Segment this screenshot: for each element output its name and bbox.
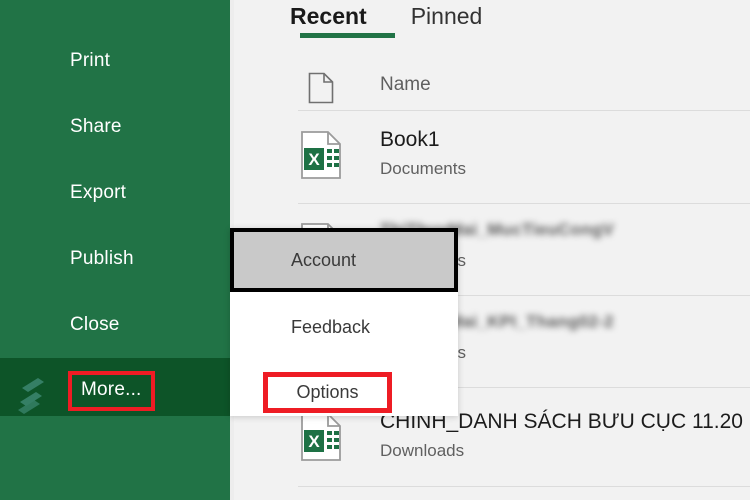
list-divider [298,203,750,204]
document-icon [308,72,334,104]
menu-item-label: Options [296,382,359,402]
sidebar-item-label: Share [70,116,122,137]
sidebar-item-close[interactable]: Close [0,296,230,354]
menu-item-account[interactable]: Account [230,228,458,292]
file-list-tabs: Recent Pinned [290,0,482,30]
tab-pinned[interactable]: Pinned [411,0,483,30]
file-list-header: Name [234,68,750,108]
menu-item-feedback[interactable]: Feedback [230,304,458,350]
active-tab-underline [300,33,395,38]
more-highlight-box: More... [68,371,155,411]
tab-recent[interactable]: Recent [290,0,367,30]
more-flyout-menu: Account Feedback Options [230,228,458,416]
column-header-name: Name [380,74,431,95]
file-list-item[interactable]: X Book1 Documents [234,118,750,198]
list-divider [298,486,750,487]
sidebar-item-label: Print [70,50,111,71]
sidebar-item-cutoff[interactable]: y [0,0,230,20]
sidebar-item-label: Export [70,182,127,203]
sidebar-item-label: Publish [70,248,134,269]
options-highlight-box: Options [263,372,392,413]
svg-text:X: X [308,150,320,169]
menu-item-label: Feedback [291,316,371,337]
file-location: Documents [380,159,466,178]
menu-item-label: Account [291,249,357,270]
tab-label: Recent [290,3,367,29]
list-divider [298,110,750,111]
excel-file-icon: X [301,131,341,179]
brand-logo-watermark-icon [18,378,44,414]
excel-file-icon: X [301,413,341,461]
sidebar-item-label: More... [81,379,142,400]
sidebar-item-share[interactable]: Share [0,98,230,156]
sidebar-item-label: y [70,0,80,2]
svg-text:X: X [308,432,320,451]
sidebar-item-export[interactable]: Export [0,164,230,222]
tab-label: Pinned [410,3,483,29]
sidebar-item-publish[interactable]: Publish [0,230,230,288]
sidebar-item-label: Close [70,314,120,335]
backstage-sidebar: y Print Share Export Publish Close More.… [0,0,230,500]
file-name: Book1 [380,128,440,151]
file-location: Downloads [380,441,465,460]
sidebar-item-print[interactable]: Print [0,32,230,90]
menu-item-options[interactable]: Options [268,377,387,408]
